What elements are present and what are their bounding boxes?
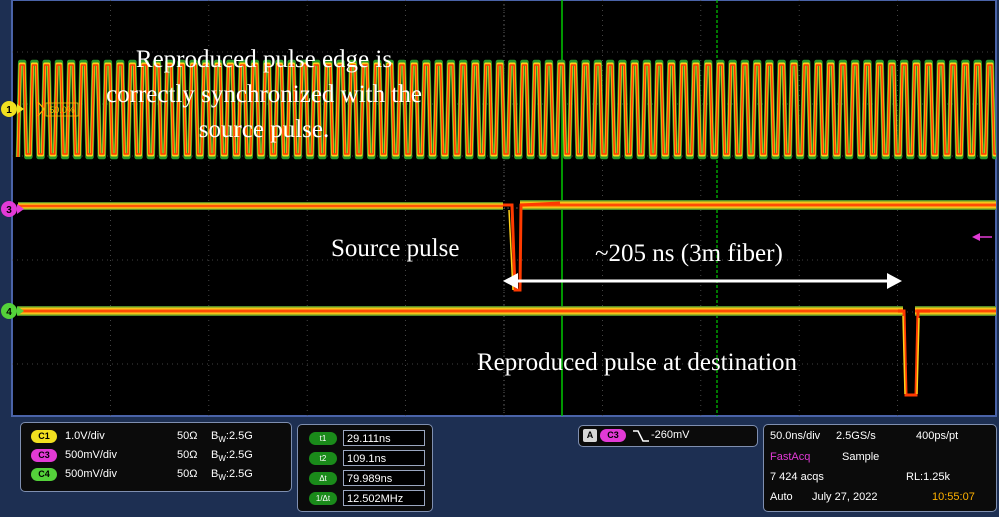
cursor-2-tag: Δt [309,472,337,485]
trigger-source-tag: C3 [600,429,626,442]
run-mode: Auto [770,491,793,503]
record-length: RL:1.25k [906,471,951,483]
cursor-0-tag: t1 [309,432,337,445]
cursor-0-value[interactable]: 29.111ns [343,430,425,446]
channel-3-marker-label: 3 [6,205,12,216]
bandwidth-subscript: W [218,473,226,483]
date: July 27, 2022 [812,491,878,503]
channel-c4-impedance: 50Ω [177,468,198,480]
channel-1-marker-label: 1 [6,105,12,116]
destination-pulse-label: Reproduced pulse at destination [477,349,798,376]
falling-edge-icon [633,430,649,442]
sample-mode: Sample [842,451,880,463]
channel-c1-bandwidth: BW:2.5G [211,430,253,444]
sample-rate: 2.5GS/s [836,430,876,442]
cursor-3-tag: 1/Δt [309,492,337,505]
time: 10:55:07 [932,491,975,503]
channel-c1-impedance: 50Ω [177,430,198,442]
trigger-mode-tag: A [583,429,597,442]
bandwidth-subscript: W [218,454,226,464]
channel-c3-tag[interactable]: C3 [31,449,57,462]
bandwidth-value: 2.5G [228,430,253,442]
channel-settings-panel: C1 1.0V/div 50Ω BW:2.5G C3 500mV/div 50Ω BW:2.5… [20,422,292,492]
timebase: 50.0ns/div [770,430,821,442]
cursor-readout-panel: t1 29.111ns t2 109.1ns Δt 79.989ns 1/Δt 12.502M… [297,424,433,512]
cursor-2-value[interactable]: 79.989ns [343,470,425,486]
resolution: 400ps/pt [916,430,959,442]
bandwidth-subscript: W [218,435,226,445]
bandwidth-value: 2.5G [228,468,253,480]
cursor-1-value[interactable]: 109.1ns [343,450,425,466]
trigger-panel[interactable]: A C3 -260mV [578,425,758,447]
delay-label: ~205 ns (3m fiber) [595,240,783,267]
channel-c3-bandwidth: BW:2.5G [211,449,253,463]
cursor-1-tag: t2 [309,452,337,465]
svg-text:50.0%: 50.0% [49,105,75,115]
channel-c4-bandwidth: BW:2.5G [211,468,253,482]
sync-note-line-2: correctly synchronized with the [106,81,422,108]
cursor-3-value[interactable]: 12.502MHz [343,490,425,506]
acquisition-panel: 50.0ns/div 2.5GS/s 400ps/pt FastAcq Samp… [763,424,997,512]
channel-c3-scale: 500mV/div [65,449,117,461]
channel-c1-scale: 1.0V/div [65,430,105,442]
channel-c1-tag[interactable]: C1 [31,430,57,443]
bandwidth-value: 2.5G [228,449,253,461]
sync-note-line-3: source pulse. [199,116,330,143]
acquisition-count: 7 424 acqs [770,471,824,483]
source-pulse-label: Source pulse [331,235,459,262]
acquisition-mode: FastAcq [770,451,811,463]
channel-c4-scale: 500mV/div [65,468,117,480]
channel-c4-tag[interactable]: C4 [31,468,57,481]
sync-note-line-1: Reproduced pulse edge is [136,46,392,73]
trigger-level-value: -260mV [651,429,690,441]
channel-c3-impedance: 50Ω [177,449,198,461]
channel-4-marker-label: 4 [6,307,12,318]
